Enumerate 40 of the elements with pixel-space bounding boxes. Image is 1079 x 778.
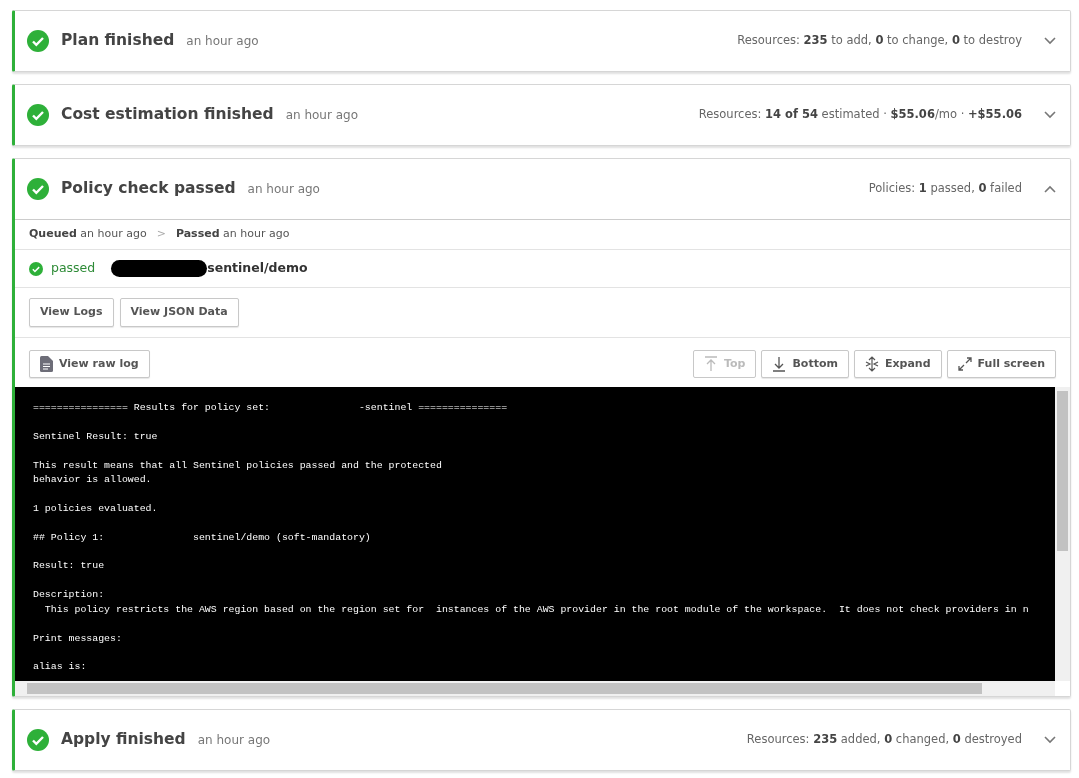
horizontal-scrollbar[interactable] xyxy=(15,681,1055,696)
log-output: ================ Results for policy set: -sentinel =============== Sentinel Result: true This result means that all Sentinel policies passed and the protected behavior is allowed. 1 policies evaluated. ## Policy 1: sentinel/demo (soft-mandatory) Result: true Description: This policy restricts the AWS region based on the region set for instances of the AWS provider in the root module of the workspace. It does not check providers in n Print messages: alias is: xyxy=(15,387,1055,681)
step-summary: Resources: 14 of 54 estimated · $55.06/mo · +$55.06 xyxy=(698,106,1022,124)
step-time: an hour ago xyxy=(186,33,259,50)
expand-icon xyxy=(864,355,879,372)
fullscreen-button[interactable]: Full screen xyxy=(946,349,1056,378)
raw-log-button[interactable]: View raw log xyxy=(29,349,150,378)
expand-icon[interactable] xyxy=(1044,736,1056,744)
step-title: Policy check passed xyxy=(61,178,236,200)
step-time: an hour ago xyxy=(285,107,359,124)
bottom-button[interactable]: Bottom xyxy=(761,349,849,378)
separator-icon: > xyxy=(156,226,166,243)
view-button[interactable]: View Logs xyxy=(29,298,114,327)
check-icon xyxy=(29,261,43,276)
expand-icon[interactable] xyxy=(1044,111,1056,119)
vertical-scrollbar[interactable] xyxy=(1055,387,1070,681)
step-summary: Resources: 235 to add, 0 to change, 0 to destroy xyxy=(737,32,1022,50)
check-icon xyxy=(27,30,49,52)
step-title: Plan finished xyxy=(61,30,175,52)
collapse-icon[interactable] xyxy=(1044,185,1056,193)
step-summary: Resources: 235 added, 0 changed, 0 destroyed xyxy=(746,731,1022,749)
policy-status: passed xyxy=(51,259,96,278)
expand-button[interactable]: Expand xyxy=(853,349,942,378)
check-icon xyxy=(27,178,49,200)
step-summary: Policies: 1 passed, 0 failed xyxy=(868,180,1022,198)
check-icon xyxy=(27,729,49,751)
document-icon xyxy=(40,355,53,372)
expand-icon[interactable] xyxy=(1044,37,1056,45)
timeline-entry: Queued an hour ago xyxy=(29,226,147,243)
check-icon xyxy=(27,104,49,126)
view-button[interactable]: View JSON Data xyxy=(119,298,239,327)
policy-name: sentinel/demo xyxy=(207,259,308,278)
bottom-icon xyxy=(772,355,787,372)
step-title: Cost estimation finished xyxy=(61,104,274,126)
step-time: an hour ago xyxy=(247,181,320,198)
step-time: an hour ago xyxy=(197,732,271,749)
timeline-entry: Passed an hour ago xyxy=(175,226,290,243)
step-title: Apply finished xyxy=(61,729,186,751)
top-icon xyxy=(704,355,718,372)
fullscreen-icon xyxy=(957,356,972,371)
